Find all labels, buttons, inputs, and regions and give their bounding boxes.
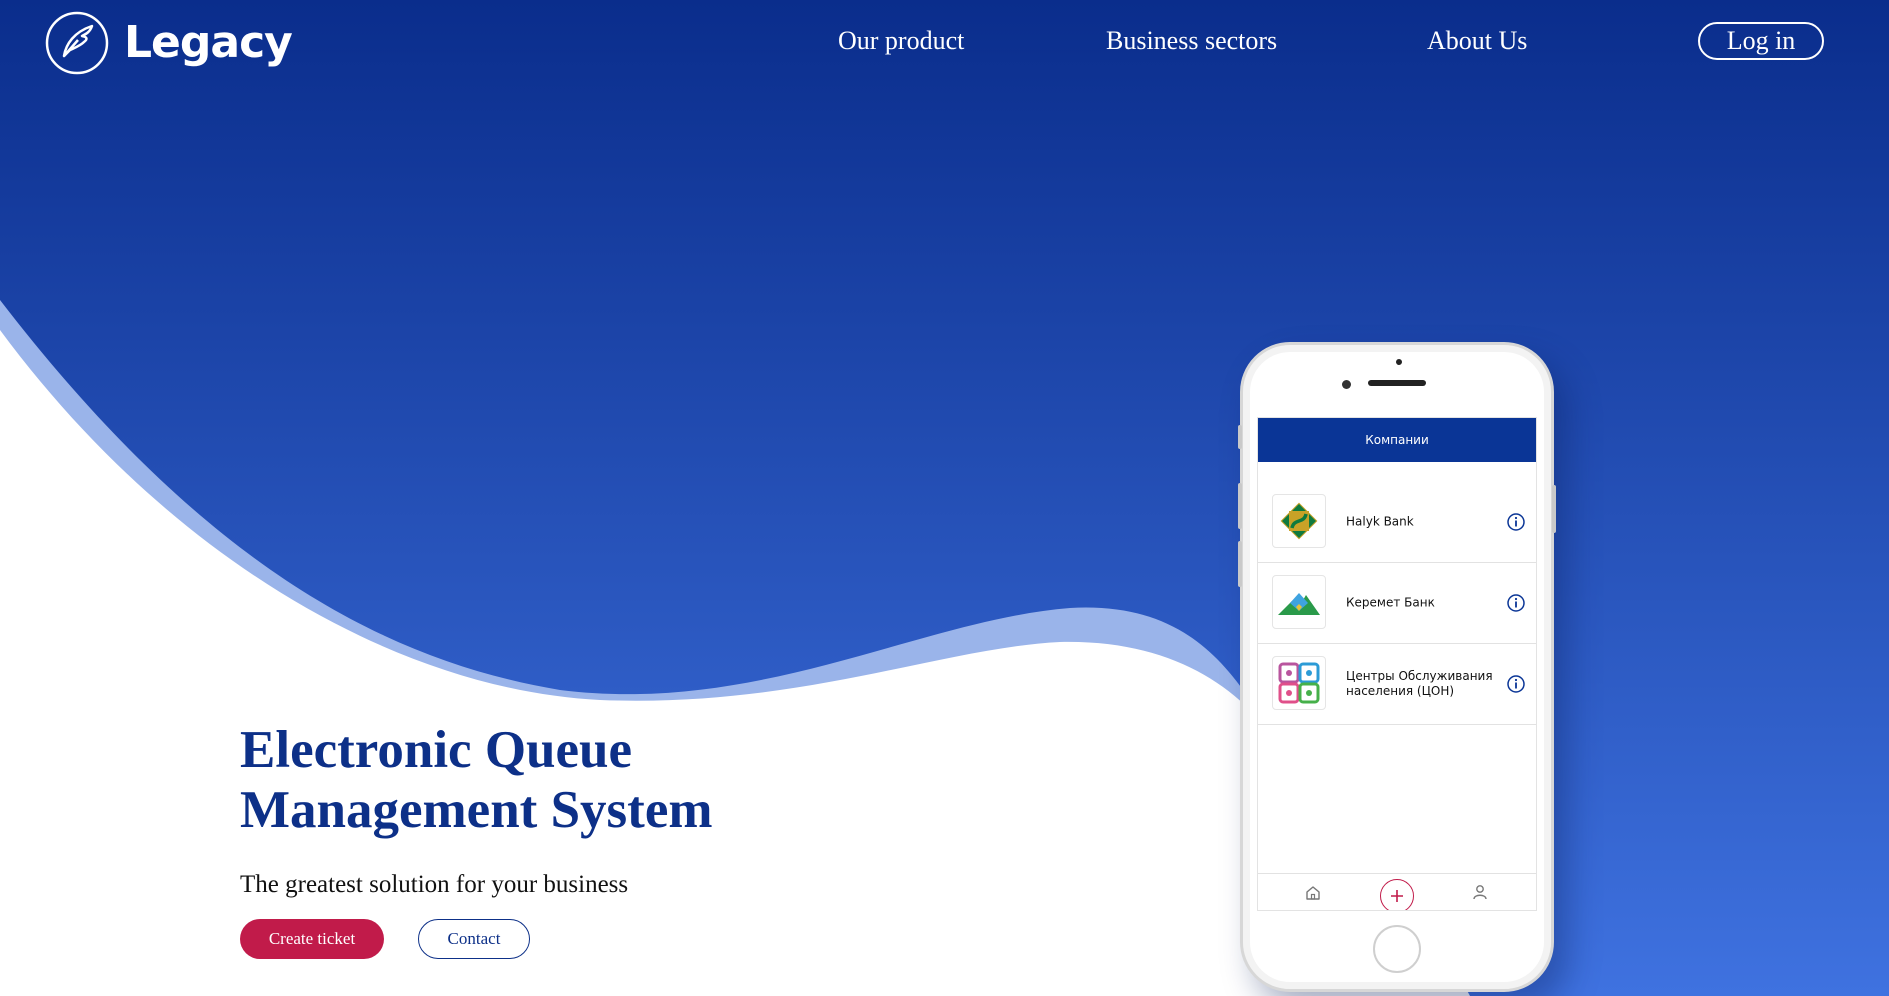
con-logo-icon: [1272, 656, 1326, 710]
info-icon[interactable]: [1506, 674, 1526, 694]
phone-mockup: Компании Halyk Bank Керемет Банк Центры …: [1238, 342, 1556, 992]
halyk-bank-logo-icon: [1272, 494, 1326, 548]
phone-camera: [1342, 380, 1351, 389]
contact-button[interactable]: Contact: [418, 919, 530, 959]
phone-screen: Компании Halyk Bank Керемет Банк Центры …: [1257, 417, 1537, 911]
company-name: Керемет Банк: [1346, 595, 1435, 610]
profile-icon[interactable]: [1471, 883, 1489, 901]
company-name: Halyk Bank: [1346, 514, 1414, 529]
add-ticket-button[interactable]: [1380, 879, 1414, 910]
brand-logo[interactable]: Legacy: [44, 10, 293, 76]
company-row-halyk-bank[interactable]: Halyk Bank: [1258, 482, 1536, 563]
phone-home-button: [1373, 925, 1421, 973]
info-icon[interactable]: [1506, 593, 1526, 613]
feather-wing-logo-icon: [45, 11, 109, 75]
phone-power-button: [1552, 485, 1556, 533]
nav-our-product[interactable]: Our product: [838, 26, 964, 56]
login-button[interactable]: Log in: [1698, 22, 1824, 60]
company-row-con[interactable]: Центры Обслуживания населения (ЦОН): [1258, 644, 1536, 725]
plus-icon: [1391, 890, 1403, 902]
phone-mute-switch: [1238, 425, 1242, 449]
hero-background: [0, 0, 1889, 996]
phone-volume-up: [1238, 483, 1242, 529]
company-list: Halyk Bank Керемет Банк Центры Обслужива…: [1258, 482, 1536, 725]
phone-sensor: [1396, 359, 1402, 365]
brand-name: Legacy: [124, 17, 293, 68]
phone-speaker: [1368, 380, 1426, 386]
keremet-bank-logo-icon: [1272, 575, 1326, 629]
hero-title-line-2: Management System: [240, 781, 713, 839]
phone-volume-down: [1238, 541, 1242, 587]
hero-title-line-1: Electronic Queue: [240, 721, 633, 779]
company-name: Центры Обслуживания населения (ЦОН): [1346, 669, 1493, 698]
create-ticket-button[interactable]: Create ticket: [240, 919, 384, 959]
info-icon[interactable]: [1506, 512, 1526, 532]
hero-title: Electronic Queue Management System: [240, 720, 713, 840]
home-icon[interactable]: [1304, 884, 1322, 902]
hero-subtitle: The greatest solution for your business: [240, 871, 629, 898]
company-row-keremet-bank[interactable]: Керемет Банк: [1258, 563, 1536, 644]
nav-about-us[interactable]: About Us: [1427, 26, 1527, 56]
app-header: Компании: [1258, 418, 1536, 462]
nav-business-sectors[interactable]: Business sectors: [1106, 26, 1277, 56]
